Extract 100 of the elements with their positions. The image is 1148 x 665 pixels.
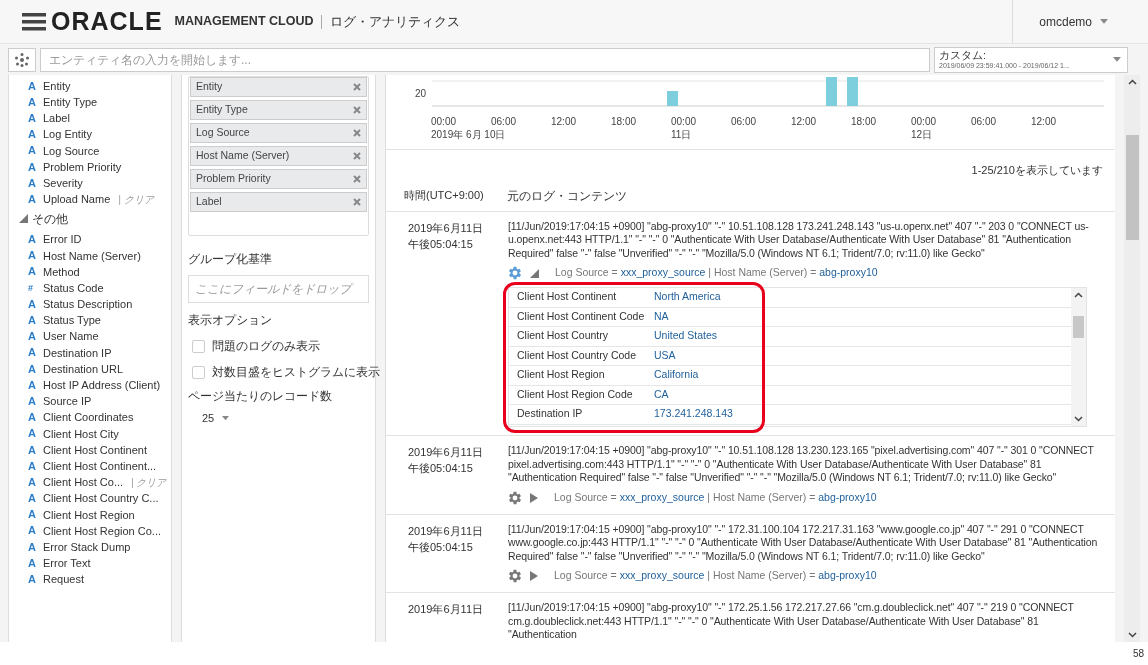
field-name[interactable]: Severity: [43, 174, 83, 192]
page-scrollbar[interactable]: [1124, 75, 1140, 642]
field-name[interactable]: Status Description: [43, 296, 133, 313]
field-name[interactable]: Error Stack Dump: [43, 538, 131, 556]
detail-field-value[interactable]: USA: [654, 347, 676, 364]
display-field-chip[interactable]: Entity Type: [190, 100, 367, 120]
remove-icon[interactable]: [353, 175, 361, 183]
x-axis-tick-label: 06:00: [491, 115, 517, 128]
display-field-chip[interactable]: Host Name (Server): [190, 146, 367, 166]
detail-field-value[interactable]: North America: [654, 289, 721, 306]
records-per-page-select[interactable]: 25: [202, 410, 230, 427]
field-name[interactable]: Client Host Co...: [43, 474, 124, 491]
field-name[interactable]: Host IP Address (Client): [43, 377, 161, 394]
number-type-icon: #: [28, 283, 37, 293]
detail-field-value[interactable]: United States: [654, 328, 718, 345]
scroll-down-icon[interactable]: [1074, 416, 1083, 422]
field-name[interactable]: Status Type: [43, 312, 101, 329]
text-type-icon: A: [28, 331, 37, 343]
field-value-link[interactable]: abg-proxy10: [818, 490, 877, 503]
field-name[interactable]: Client Host City: [43, 425, 119, 443]
scroll-down-icon[interactable]: [1127, 632, 1137, 638]
log-time: 午後05:04:15: [408, 236, 474, 252]
field-name[interactable]: Client Host Country C...: [43, 490, 159, 507]
text-type-icon: A: [28, 574, 37, 586]
field-name[interactable]: Log Entity: [43, 126, 92, 143]
text-type-icon: A: [28, 476, 37, 488]
remove-icon[interactable]: [353, 83, 361, 91]
field-value-link[interactable]: xxx_proxy_source: [619, 569, 705, 582]
log-date: 2019年6月11日: [408, 220, 484, 236]
field-name[interactable]: Status Code: [43, 279, 104, 297]
user-menu[interactable]: omcdemo: [1039, 12, 1108, 31]
x-axis-date-label: 11日: [671, 128, 692, 141]
field-value-link[interactable]: abg-proxy10: [819, 266, 878, 279]
field-name[interactable]: Client Host Region: [43, 506, 135, 524]
expand-triangle-icon[interactable]: [530, 571, 538, 581]
field-name[interactable]: Destination URL: [43, 360, 124, 378]
detail-field-name: Client Host Continent Code: [516, 308, 646, 324]
gear-icon[interactable]: [508, 569, 522, 583]
text-type-icon: A: [28, 379, 37, 391]
field-value-link[interactable]: xxx_proxy_source: [620, 266, 706, 279]
collapse-triangle-icon[interactable]: [530, 268, 539, 278]
display-field-chip[interactable]: Log Source: [190, 123, 367, 143]
field-name[interactable]: Problem Priority: [43, 158, 122, 176]
gear-icon[interactable]: [508, 490, 522, 505]
detail-field-value[interactable]: California: [654, 367, 699, 384]
gear-icon[interactable]: [508, 266, 522, 280]
group-by-drop-field[interactable]: ここにフィールドをドロップ: [188, 275, 369, 303]
field-name[interactable]: Error Text: [43, 555, 91, 572]
display-options-heading: 表示オプション: [188, 312, 273, 329]
field-name[interactable]: Destination IP: [43, 344, 112, 362]
checkbox[interactable]: [192, 339, 205, 353]
field-value-link[interactable]: abg-proxy10: [818, 569, 877, 582]
remove-icon[interactable]: [353, 152, 361, 160]
scroll-up-icon[interactable]: [1074, 292, 1083, 298]
field-name[interactable]: Host Name (Server): [43, 247, 141, 265]
detail-field-value[interactable]: 173.241.248.143: [654, 406, 733, 423]
entity-search-field[interactable]: エンティティ名の入力を開始します...: [40, 47, 930, 72]
field-name[interactable]: Client Coordinates: [43, 409, 134, 426]
field-name[interactable]: Upload Name: [43, 191, 111, 208]
entity-tree-button[interactable]: [8, 47, 36, 72]
group-by-heading: グループ化基準: [188, 251, 273, 268]
scroll-up-icon[interactable]: [1127, 79, 1137, 85]
field-name[interactable]: Method: [43, 263, 80, 281]
field-name[interactable]: Error ID: [43, 231, 82, 248]
detail-field-name: Client Host Country: [516, 328, 610, 344]
field-value-link[interactable]: xxx_proxy_source: [619, 490, 705, 503]
remove-icon[interactable]: [353, 106, 361, 114]
field-name[interactable]: User Name: [43, 328, 99, 345]
remove-icon[interactable]: [353, 129, 361, 137]
detail-scrollbar[interactable]: [1071, 288, 1086, 426]
field-name[interactable]: Source IP: [43, 393, 92, 410]
field-name[interactable]: Entity: [43, 77, 71, 95]
text-type-icon: A: [28, 541, 37, 553]
field-name[interactable]: Entity Type: [43, 94, 98, 111]
display-field-chip[interactable]: Label: [190, 192, 367, 212]
text-type-icon: A: [28, 412, 37, 424]
display-field-chip[interactable]: Entity: [190, 77, 367, 97]
text-type-icon: A: [28, 347, 37, 359]
detail-field-value[interactable]: NA: [654, 308, 669, 325]
log-message: [11/Jun/2019:17:04:15 +0900] "abg-proxy10" "-" 10.51.108.128 13.230.123.165 "pixel.advertising.com" 407 "-" 301 0 "CONNECT pixel.advertising.com:443 HTTP/1.1" "-" "-" 0 "Authenticate With User Database/Authenticate With User Database" 81 "Authentication Required" false "-" false "Unverified" "-" "-" "Mozilla/5.0 (Windows NT 6.1; Trident/7.0; rv:11.0) like Gecko": [508, 444, 1095, 485]
scroll-thumb[interactable]: [1073, 316, 1084, 338]
scroll-thumb[interactable]: [1125, 135, 1139, 240]
expand-triangle-icon[interactable]: [530, 492, 538, 503]
menu-icon[interactable]: [22, 12, 46, 31]
field-name[interactable]: Label: [43, 110, 70, 127]
field-name[interactable]: Client Host Region Co...: [43, 522, 161, 540]
x-axis-date-label: 12日: [911, 128, 933, 141]
product-name: MANAGEMENT CLOUD: [174, 13, 314, 31]
collapse-triangle-icon[interactable]: [19, 214, 28, 223]
field-name[interactable]: Client Host Continent...: [43, 457, 157, 475]
field-name[interactable]: Client Host Continent: [43, 441, 147, 459]
remove-icon[interactable]: [353, 198, 361, 206]
detail-field-name: Client Host Region: [516, 367, 606, 383]
display-field-chip[interactable]: Problem Priority: [190, 169, 367, 189]
group-heading[interactable]: その他: [32, 209, 68, 228]
text-type-icon: A: [28, 444, 37, 456]
field-name[interactable]: Log Source: [43, 142, 100, 160]
field-name[interactable]: Request: [43, 571, 84, 588]
detail-field-value[interactable]: CA: [654, 386, 669, 403]
checkbox[interactable]: [192, 365, 205, 379]
